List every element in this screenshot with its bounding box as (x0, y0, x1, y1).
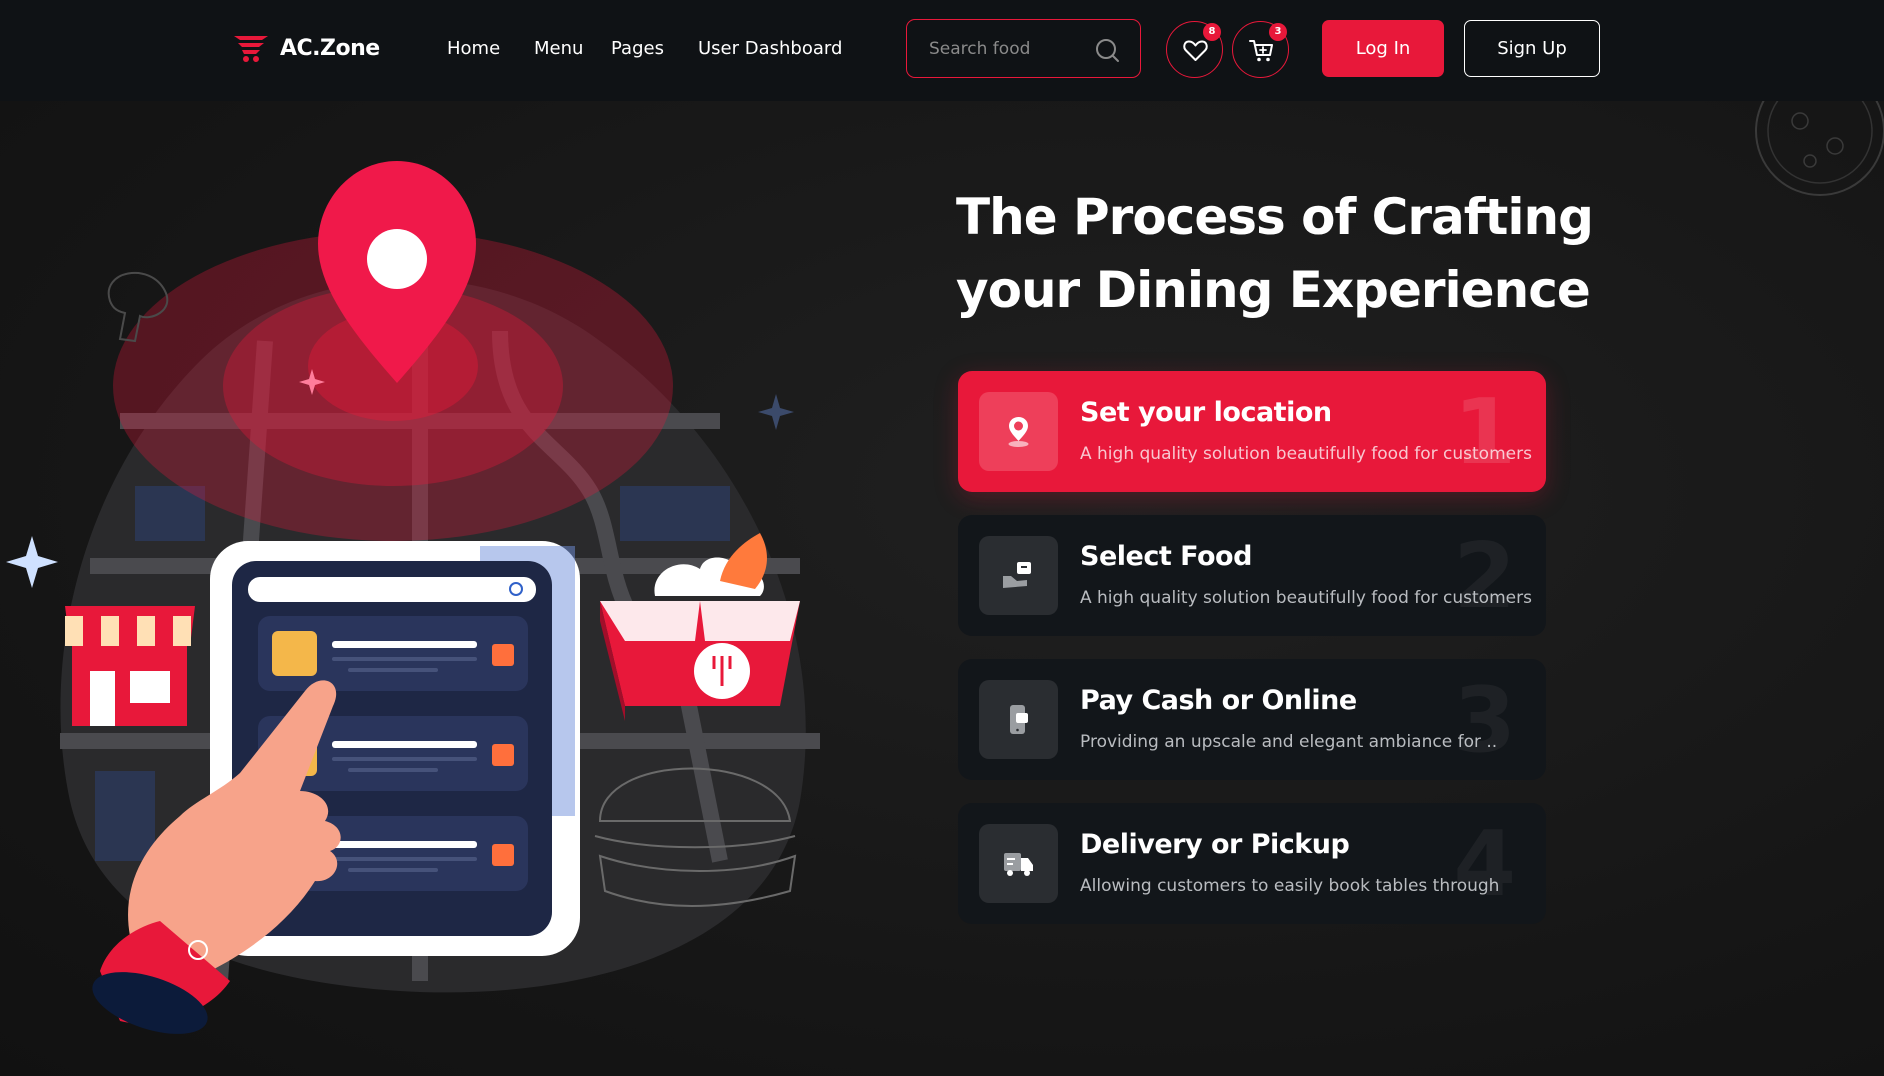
step-icon-box (979, 824, 1058, 903)
hand-box-icon (1003, 562, 1031, 588)
nav-link-pages[interactable]: Pages (611, 38, 664, 59)
signup-button[interactable]: Sign Up (1464, 20, 1600, 77)
step-number: 3 (1453, 668, 1516, 773)
navbar: AC.Zone Home Menu Pages User Dashboard 8… (0, 0, 1884, 101)
step-title: Delivery or Pickup (1080, 829, 1350, 860)
hero-title: The Process of Crafting your Dining Expe… (956, 188, 1594, 319)
login-button[interactable]: Log In (1322, 20, 1444, 77)
step-number: 2 (1453, 524, 1516, 629)
cart-button[interactable]: 3 (1232, 21, 1289, 78)
delivery-app-illustration (6, 161, 820, 1034)
heart-icon (1183, 40, 1208, 61)
step-icon-box (979, 536, 1058, 615)
step-icon-box (979, 392, 1058, 471)
cart-icon (1249, 40, 1273, 62)
wishlist-count-badge: 8 (1203, 23, 1221, 41)
step-card-select-food[interactable]: Select Food A high quality solution beau… (958, 515, 1546, 636)
step-card-delivery[interactable]: Delivery or Pickup Allowing customers to… (958, 803, 1546, 924)
step-icon-box (979, 680, 1058, 759)
nav-link-menu[interactable]: Menu (534, 38, 583, 59)
search-icon[interactable] (1094, 37, 1120, 63)
hero-section: The Process of Crafting your Dining Expe… (0, 101, 1884, 1076)
brand-name: AC.Zone (280, 35, 380, 61)
search-box (906, 19, 1141, 78)
search-input[interactable] (929, 36, 1089, 62)
step-number: 1 (1453, 380, 1516, 485)
step-description: Allowing customers to easily book tables… (1080, 876, 1500, 896)
logo[interactable]: AC.Zone (232, 32, 380, 64)
logo-cart-icon (234, 36, 268, 62)
step-card-pay[interactable]: Pay Cash or Online Providing an upscale … (958, 659, 1546, 780)
phone-pay-icon (1010, 705, 1028, 734)
step-title: Pay Cash or Online (1080, 685, 1357, 716)
step-card-set-location[interactable]: Set your location A high quality solutio… (958, 371, 1546, 492)
nav-link-user-dashboard[interactable]: User Dashboard (698, 38, 842, 59)
delivery-truck-icon (1004, 853, 1033, 876)
wishlist-button[interactable]: 8 (1166, 21, 1223, 78)
pizza-doodle-icon (1755, 101, 1884, 196)
nav-link-home[interactable]: Home (447, 38, 500, 59)
step-title: Select Food (1080, 541, 1252, 572)
step-title: Set your location (1080, 397, 1332, 428)
cart-count-badge: 3 (1269, 23, 1287, 41)
location-pin-icon (1008, 417, 1029, 447)
step-number: 4 (1453, 812, 1516, 917)
step-description: Providing an upscale and elegant ambianc… (1080, 732, 1498, 752)
